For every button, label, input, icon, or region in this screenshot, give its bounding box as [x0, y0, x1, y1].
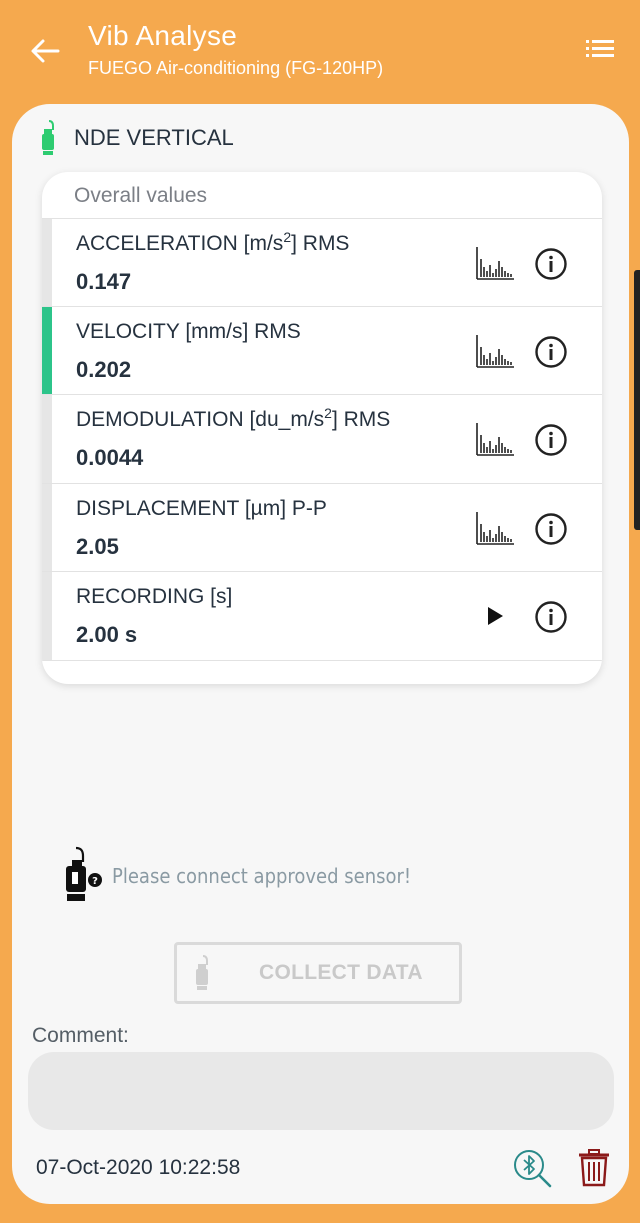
row-indicator-bar	[42, 572, 52, 660]
row-indicator-bar	[42, 306, 52, 394]
svg-text:?: ?	[92, 876, 98, 887]
info-button[interactable]	[534, 335, 568, 369]
bluetooth-search-button[interactable]	[512, 1148, 554, 1188]
measurement-timestamp: 07-Oct-2020 10:22:58	[36, 1156, 241, 1179]
page-subtitle: FUEGO Air-conditioning (FG-120HP)	[88, 58, 384, 78]
row-indicator-bar	[42, 395, 52, 483]
info-button[interactable]	[534, 423, 568, 457]
row-label: VELOCITY [mm/s] RMS	[76, 319, 301, 343]
spectrum-icon	[476, 334, 514, 368]
row-value: 0.202	[76, 356, 132, 382]
spectrum-button[interactable]	[474, 419, 516, 459]
arrow-left-icon	[31, 39, 60, 63]
measurement-point-header: NDE VERTICAL	[40, 120, 234, 156]
sensor-warning: ? Please connect approved sensor!	[56, 846, 411, 906]
sensor-disabled-icon	[196, 955, 208, 990]
back-button[interactable]	[28, 34, 62, 68]
spectrum-button[interactable]	[474, 331, 516, 371]
row-label: DEMODULATION [du_m/s2] RMS	[76, 405, 391, 431]
menu-button[interactable]	[584, 34, 616, 64]
app-header: Vib Analyse FUEGO Air-conditioning (FG-1…	[0, 0, 640, 100]
info-icon	[535, 248, 567, 280]
info-icon	[535, 512, 567, 545]
row-value: 2.00 s	[76, 622, 138, 647]
spectrum-button[interactable]	[474, 508, 516, 548]
overall-row-acceleration[interactable]: ACCELERATION [m/s2] RMS 0.147	[42, 218, 602, 307]
device-edge	[634, 270, 640, 530]
row-value: 0.147	[76, 269, 132, 294]
bluetooth-search-icon	[514, 1150, 552, 1188]
spectrum-icon	[476, 511, 514, 545]
row-indicator-bar	[42, 483, 52, 571]
row-label: DISPLACEMENT [µm] P-P	[76, 496, 327, 520]
overall-row-velocity[interactable]: VELOCITY [mm/s] RMS 0.202	[42, 306, 602, 395]
measurement-point-title: NDE VERTICAL	[74, 125, 234, 150]
play-icon	[488, 607, 503, 625]
info-icon	[535, 601, 567, 633]
collect-data-label: COLLECT DATA	[259, 961, 423, 984]
spectrum-icon	[476, 247, 514, 280]
spectrum-button[interactable]	[474, 243, 516, 283]
sensor-green-icon	[42, 120, 54, 155]
sensor-unknown-icon: ?	[66, 846, 102, 901]
page-title: Vib Analyse	[88, 20, 238, 51]
info-button[interactable]	[534, 512, 568, 546]
comment-label: Comment:	[32, 1024, 129, 1047]
overall-values-title: Overall values	[74, 184, 208, 207]
overall-values-card: Overall values ACCELERATION [m/s2] RMS 0…	[42, 172, 602, 684]
collect-data-button[interactable]: COLLECT DATA	[174, 942, 462, 1004]
row-value: 2.05	[76, 533, 119, 559]
row-label: RECORDING [s]	[76, 585, 233, 608]
overall-row-demodulation[interactable]: DEMODULATION [du_m/s2] RMS 0.0044	[42, 395, 602, 484]
sensor-warning-text: Please connect approved sensor!	[112, 864, 412, 888]
spectrum-icon	[476, 423, 514, 456]
info-button[interactable]	[534, 247, 568, 281]
info-button[interactable]	[534, 600, 568, 634]
delete-button[interactable]	[576, 1148, 612, 1188]
list-icon	[586, 40, 614, 57]
content-sheet: NDE VERTICAL Overall values ACCELERATION…	[12, 104, 629, 1204]
overall-row-recording[interactable]: RECORDING [s] 2.00 s	[42, 572, 602, 661]
info-icon	[535, 335, 567, 368]
overall-row-displacement[interactable]: DISPLACEMENT [µm] P-P 2.05	[42, 483, 602, 572]
row-value: 0.0044	[76, 445, 144, 470]
trash-icon	[579, 1149, 609, 1187]
comment-input[interactable]	[28, 1052, 614, 1130]
play-button[interactable]	[474, 596, 516, 636]
row-label: ACCELERATION [m/s2] RMS	[76, 229, 350, 255]
row-indicator-bar	[42, 219, 52, 306]
info-icon	[535, 424, 567, 456]
